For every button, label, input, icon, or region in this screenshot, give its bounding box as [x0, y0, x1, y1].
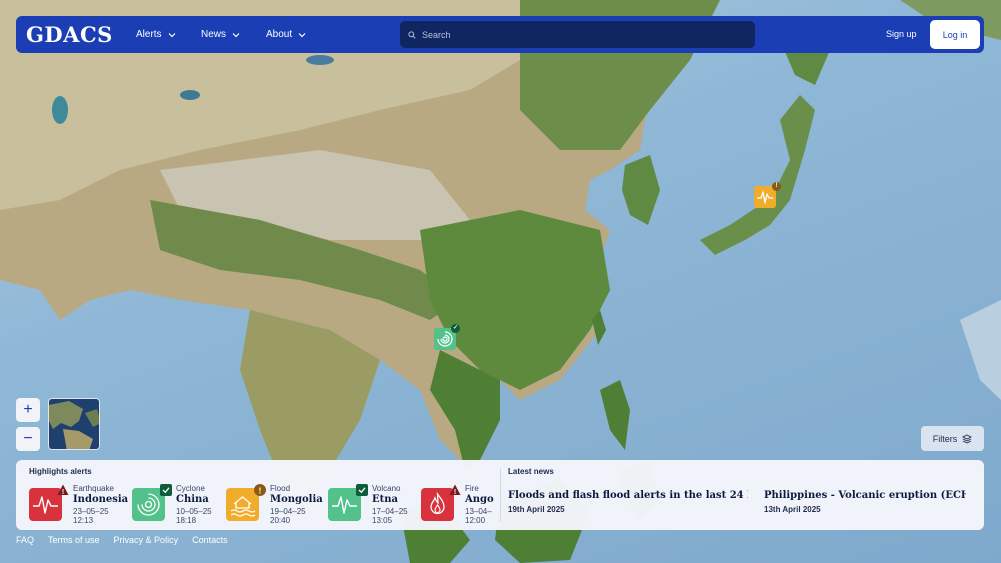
- alert-type: Volcano: [372, 484, 401, 493]
- info-badge-icon: !: [254, 484, 266, 496]
- search-input[interactable]: [422, 29, 742, 40]
- alert-time: 12:00: [465, 516, 486, 524]
- svg-text:!: !: [454, 489, 456, 496]
- nav-alerts[interactable]: Alerts: [136, 29, 201, 40]
- latest-news-title: Latest news: [508, 467, 554, 476]
- main-nav: Alerts News About: [136, 29, 331, 40]
- alert-type: Flood: [270, 484, 291, 493]
- news-headline: Floods and flash flood alerts in the las…: [508, 490, 748, 501]
- panel-divider: [500, 468, 501, 522]
- highlight-alert-card[interactable]: ! Fire Angol 13–04– 12:00: [421, 484, 494, 524]
- alert-place: China: [176, 494, 209, 505]
- alert-time: 18:18: [176, 516, 197, 525]
- filters-button[interactable]: Filters: [921, 426, 984, 451]
- alert-place: Etna: [372, 494, 398, 505]
- footer-link-privacy[interactable]: Privacy & Policy: [114, 535, 179, 545]
- alert-date: 19–04–25: [270, 507, 306, 516]
- layers-icon: [962, 433, 973, 444]
- footer-link-terms[interactable]: Terms of use: [48, 535, 100, 545]
- nav-about[interactable]: About: [266, 29, 331, 40]
- nav-news-label: News: [201, 29, 227, 40]
- minimap-layer-switcher[interactable]: [48, 398, 100, 450]
- top-navbar: GDACS Alerts News About Sign up Log in: [16, 16, 984, 53]
- alert-type: Earthquake: [73, 484, 114, 493]
- footer-links: FAQ Terms of use Privacy & Policy Contac…: [16, 535, 228, 545]
- search-icon: [408, 30, 416, 39]
- check-badge: ✓: [451, 324, 460, 333]
- alert-place: Angol: [465, 494, 494, 505]
- search-bar: [400, 21, 755, 48]
- alert-type: Cyclone: [176, 484, 205, 493]
- chevron-down-icon: [232, 32, 240, 37]
- zoom-out-button[interactable]: −: [16, 427, 40, 451]
- highlight-alert-card[interactable]: Cyclone China 10–05–25 18:18: [132, 484, 222, 525]
- check-badge-icon: [356, 484, 368, 496]
- highlight-alert-card[interactable]: Volcano Etna 17–04–25 13:05: [328, 484, 418, 525]
- gdacs-logo[interactable]: GDACS: [26, 22, 136, 47]
- news-headline: Philippines - Volcanic eruption (ECHO 09…: [764, 490, 966, 501]
- sign-up-link[interactable]: Sign up: [886, 16, 917, 53]
- news-item[interactable]: Floods and flash flood alerts in the las…: [508, 490, 748, 514]
- minimap-thumbnail: [49, 399, 99, 449]
- nav-alerts-label: Alerts: [136, 29, 162, 40]
- chevron-down-icon: [298, 32, 306, 37]
- highlight-alert-card[interactable]: ! Earthquake Indonesia 23–05–25 12:13: [29, 484, 128, 525]
- alert-date: 13–04–: [465, 507, 492, 516]
- zoom-in-button[interactable]: +: [16, 398, 40, 422]
- alert-place: Mongolia: [270, 494, 323, 505]
- footer-link-faq[interactable]: FAQ: [16, 535, 34, 545]
- news-date: 19th April 2025: [508, 505, 565, 514]
- map-marker-cyclone-china[interactable]: ✓: [434, 324, 460, 350]
- alert-type: Fire: [465, 484, 479, 493]
- svg-text:!: !: [259, 486, 262, 495]
- alert-time: 13:05: [372, 516, 393, 525]
- nav-about-label: About: [266, 29, 293, 40]
- footer-link-contacts[interactable]: Contacts: [192, 535, 228, 545]
- log-in-button[interactable]: Log in: [930, 20, 980, 49]
- map-marker-earthquake-japan[interactable]: !: [754, 182, 781, 208]
- warning-badge-icon: !: [449, 484, 461, 496]
- filters-label: Filters: [932, 433, 958, 444]
- alert-date: 17–04–25: [372, 507, 408, 516]
- news-date: 13th April 2025: [764, 505, 821, 514]
- alert-place: Indonesia: [73, 494, 129, 505]
- info-badge: !: [772, 182, 781, 191]
- news-item[interactable]: Philippines - Volcanic eruption (ECHO 09…: [764, 490, 966, 514]
- check-badge-icon: [160, 484, 172, 496]
- alert-date: 10–05–25: [176, 507, 212, 516]
- warning-badge-icon: !: [57, 484, 69, 496]
- chevron-down-icon: [168, 32, 175, 37]
- alert-time: 12:13: [73, 516, 94, 525]
- highlights-title: Highlights alerts: [29, 467, 92, 476]
- alert-date: 23–05–25: [73, 507, 109, 516]
- svg-text:!: !: [62, 489, 64, 496]
- highlights-panel: Highlights alerts ! Earthquake Indonesia…: [16, 460, 984, 530]
- alert-time: 20:40: [270, 516, 291, 525]
- nav-news[interactable]: News: [201, 29, 266, 40]
- highlight-alert-card[interactable]: ! Flood Mongolia 19–04–25 20:40: [226, 484, 323, 525]
